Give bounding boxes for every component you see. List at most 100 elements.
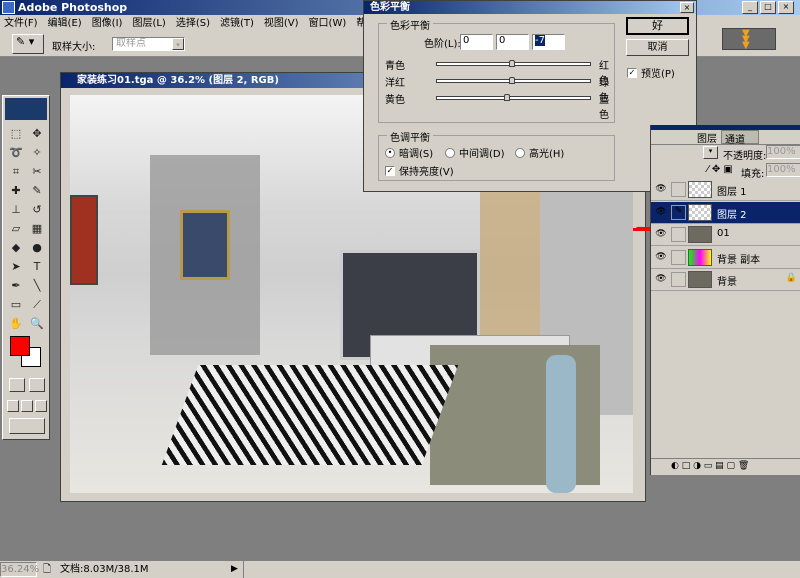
toolbox-logo <box>5 98 47 120</box>
lasso-tool[interactable]: ➰ <box>7 145 25 161</box>
menu-item[interactable]: 图层(L) <box>132 15 165 32</box>
menu-item[interactable]: 窗口(W) <box>309 15 347 32</box>
visibility-eye-icon[interactable]: 👁 <box>654 205 668 220</box>
layer-row[interactable]: 👁 ✎ 图层 2 <box>651 201 800 224</box>
menu-item[interactable]: 视图(V) <box>264 15 299 32</box>
stamp-tool[interactable]: ⊥ <box>7 202 25 218</box>
gradient-tool[interactable]: ▦ <box>28 221 46 237</box>
level-input-yellow-blue[interactable]: -7 <box>532 34 565 50</box>
full-screen-menu-button[interactable] <box>21 400 33 412</box>
status-menu-arrow[interactable]: ▶ <box>231 561 238 578</box>
layer-link-box[interactable] <box>671 227 686 242</box>
layer-link-box[interactable] <box>671 249 686 265</box>
foreground-color-swatch[interactable] <box>10 336 30 356</box>
eyedropper-tool-preset[interactable]: ✎ ▾ <box>12 34 44 54</box>
magic-wand-tool[interactable]: ✧ <box>28 145 46 161</box>
tone-radio[interactable]: 高光(H) <box>515 145 564 160</box>
maximize-button[interactable]: □ <box>760 1 776 14</box>
checkbox-icon: ✓ <box>627 67 637 78</box>
color-slider[interactable] <box>436 77 591 84</box>
visibility-eye-icon[interactable]: 👁 <box>654 250 668 265</box>
fill-label: 填充: <box>741 169 765 180</box>
full-screen-button[interactable] <box>35 400 47 412</box>
zoom-level-input[interactable]: 36.24% <box>0 562 39 577</box>
notes-tool[interactable]: ▭ <box>7 297 25 313</box>
sample-size-select[interactable]: 取样点 ▾ <box>112 37 185 51</box>
color-slider[interactable] <box>436 94 591 101</box>
menu-item[interactable]: 图像(I) <box>92 15 123 32</box>
history-brush-icon: ↺ <box>32 203 42 216</box>
tab-layers[interactable]: 图层 <box>697 130 719 145</box>
opacity-input[interactable]: 100% <box>766 145 800 159</box>
path-select-tool[interactable]: ➤ <box>7 259 25 275</box>
layer-row[interactable]: 👁 01 <box>651 224 800 246</box>
close-button[interactable]: × <box>778 1 794 14</box>
layers-footer: ◐ □ ◑ ▭ ▤ ▢ 🗑 <box>651 458 800 474</box>
level-input-cyan-red[interactable]: 0 <box>460 34 493 50</box>
healing-tool[interactable]: ✚ <box>7 183 25 199</box>
tone-radio-label: 中间调(D) <box>459 149 505 160</box>
type-tool[interactable]: T <box>28 259 46 275</box>
marquee-tool[interactable]: ⬚ <box>7 126 25 142</box>
visibility-eye-icon[interactable]: 👁 <box>654 227 668 242</box>
level-input-magenta-green[interactable]: 0 <box>496 34 529 50</box>
crop-tool[interactable]: ⌗ <box>7 164 25 180</box>
color-slider[interactable] <box>436 60 591 67</box>
dialog-close-button[interactable]: × <box>680 2 694 13</box>
hand-tool[interactable]: ✋ <box>7 316 25 332</box>
blur-tool[interactable]: ◆ <box>7 240 25 256</box>
eyedropper-icon: ⟋ <box>33 298 41 311</box>
tab-channels[interactable]: 通道 <box>721 130 759 146</box>
visibility-eye-icon[interactable]: 👁 <box>654 182 668 197</box>
zoom-tool[interactable]: 🔍 <box>28 316 46 332</box>
slice-tool[interactable]: ✂ <box>28 164 46 180</box>
imageready-button[interactable] <box>9 418 45 434</box>
radio-icon <box>445 147 455 158</box>
screen-mode-button[interactable] <box>7 400 19 412</box>
move-tool[interactable]: ✥ <box>28 126 46 142</box>
tone-radio[interactable]: 中间调(D) <box>445 145 505 160</box>
dodge-tool[interactable]: ● <box>28 240 46 256</box>
layer-row[interactable]: 👁 背景 🔒 <box>651 269 800 291</box>
preserve-luminosity-checkbox[interactable]: ✓ 保持亮度(V) <box>385 163 454 178</box>
eraser-tool[interactable]: ▱ <box>7 221 25 237</box>
layer-link-box[interactable] <box>671 272 686 287</box>
pen-tool[interactable]: ✒ <box>7 278 25 294</box>
slider-left-label: 黄色 <box>385 95 405 106</box>
dialog-title-bar[interactable]: 色彩平衡 <box>364 1 696 14</box>
slider-thumb[interactable] <box>503 94 510 101</box>
history-brush-tool[interactable]: ↺ <box>28 202 46 218</box>
slider-thumb[interactable] <box>509 77 515 84</box>
window-controls: _ □ × <box>742 1 798 14</box>
document-title: 家装练习01.tga @ 36.2% (图层 2, RGB) <box>77 75 279 86</box>
ok-button[interactable]: 好 <box>626 17 689 35</box>
menu-item[interactable]: 编辑(E) <box>48 15 82 32</box>
quick-mask-button[interactable] <box>29 378 45 392</box>
fill-input[interactable]: 100% <box>766 163 800 177</box>
slider-thumb[interactable] <box>509 60 515 67</box>
eyedropper-tool[interactable]: ⟋ <box>28 297 46 313</box>
layer-link-box[interactable] <box>671 182 686 197</box>
menu-item[interactable]: 选择(S) <box>176 15 210 32</box>
slider-left-label: 青色 <box>385 61 405 72</box>
line-tool[interactable]: ╲ <box>28 278 46 294</box>
pen-icon: ✒ <box>11 279 21 292</box>
cancel-button[interactable]: 取消 <box>626 39 689 56</box>
gradient-icon: ▦ <box>31 222 43 235</box>
preview-checkbox[interactable]: ✓ 预览(P) <box>627 65 675 80</box>
minimize-button[interactable]: _ <box>742 1 758 14</box>
menu-item[interactable]: 文件(F) <box>4 15 38 32</box>
blend-mode-select[interactable]: ▾ <box>703 146 718 159</box>
tone-balance-group-label: 色调平衡 <box>387 129 433 144</box>
layer-name: 背景 <box>717 277 737 288</box>
standard-mode-button[interactable] <box>9 378 25 392</box>
layer-row[interactable]: 👁 背景 副本 <box>651 247 800 269</box>
visibility-eye-icon[interactable]: 👁 <box>654 272 668 287</box>
brush-link-icon[interactable]: ✎ <box>671 204 686 220</box>
menu-item[interactable]: 滤镜(T) <box>220 15 254 32</box>
line-icon: ╲ <box>33 279 41 292</box>
tone-radio[interactable]: • 暗调(S) <box>385 145 433 160</box>
lock-icons[interactable]: ⁄ ✥ ▣ <box>707 164 733 175</box>
brush-tool[interactable]: ✎ <box>28 183 46 199</box>
layer-row[interactable]: 👁 图层 1 <box>651 179 800 201</box>
